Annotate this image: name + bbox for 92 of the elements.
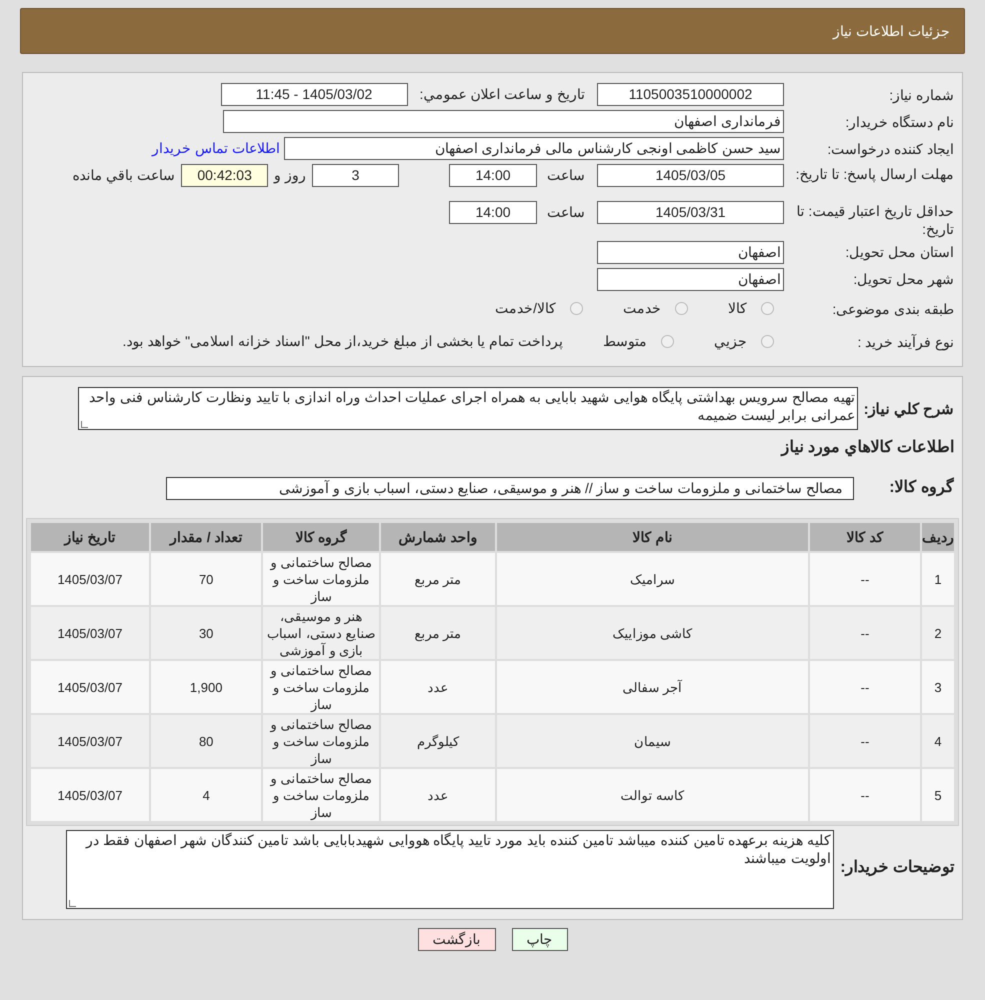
column-header: نام کالا [496, 523, 808, 551]
table-cell: -- [810, 769, 920, 821]
text-field[interactable]: 1105003510000002 [597, 83, 784, 106]
radio-button[interactable] [661, 335, 674, 348]
field-text: تاریخ و ساعت اعلان عمومي: [420, 85, 585, 104]
goods-group-field[interactable]: مصالح ساختمانی و ملزومات ساخت و ساز // هنر و موسیقی، صنایع دستی، اسباب بازی و آموزشی [166, 476, 854, 500]
summary-textarea[interactable]: تهیه مصالح سرویس بهداشتی پایگاه هوایی شهید بابایی به همراه اجرای عملیات احداث وراه اندازی با تایید ونظارت کارشناس فنی واحد عمرانی برابر لیست ضمیمه [78, 387, 858, 430]
field-text: ساعت [547, 166, 585, 185]
table-cell: آجر سفالی [496, 661, 808, 713]
text-field[interactable]: اصفهان [597, 268, 784, 291]
text-field[interactable]: فرمانداری اصفهان [223, 110, 784, 133]
table-cell: 1,900 [151, 661, 262, 713]
field-text: ساعت باقي مانده [72, 166, 176, 186]
field-label: نوع فرآیند خرید : [856, 332, 954, 351]
field-text: روز و [274, 166, 306, 186]
radio-button[interactable] [761, 335, 774, 348]
field-text: كالا [728, 299, 747, 318]
field-label: توضیحات خریدار: [839, 858, 954, 878]
countdown-field[interactable]: 00:42:03 [181, 164, 268, 187]
column-header: واحد شمارش [381, 523, 495, 551]
table-cell: کاسه توالت [496, 769, 808, 821]
table-cell: 1405/03/07 [31, 715, 149, 767]
text-field[interactable]: 14:00 [449, 164, 537, 187]
table-cell: 80 [151, 715, 262, 767]
table-cell: -- [810, 661, 920, 713]
table-cell: کیلوگرم [381, 715, 495, 767]
table-cell: 1 [922, 553, 954, 605]
table-cell: سرامیک [496, 553, 808, 605]
table-cell: 5 [922, 769, 954, 821]
field-label: حداقل تاریخ اعتبار قیمت: تا تاریخ: [796, 202, 954, 238]
table-cell: متر مربع [381, 553, 495, 605]
column-header: تاریخ نیاز [31, 523, 149, 551]
radio-button[interactable] [761, 302, 774, 316]
table-cell: کاشی موزاییک [496, 607, 808, 659]
table-cell: 4 [151, 769, 262, 821]
text-field[interactable]: 3 [312, 164, 399, 187]
column-header: تعداد / مقدار [151, 523, 262, 551]
table-cell: مصالح ساختمانی و ملزومات ساخت و ساز [263, 661, 380, 713]
table-cell: 70 [151, 553, 262, 605]
buyer-contact-link[interactable]: اطلاعات تماس خریدار [152, 138, 280, 159]
section-title: اطلاعات كالاهاي مورد نياز [782, 439, 954, 456]
field-text: جزيي [714, 332, 747, 352]
field-text: متوسط [603, 332, 647, 352]
column-header: ردیف [922, 523, 954, 551]
field-label: شماره نیاز: [888, 86, 954, 104]
table-cell: 1405/03/07 [31, 661, 149, 713]
text-field[interactable]: 14:00 [449, 200, 537, 224]
table-cell: مصالح ساختمانی و ملزومات ساخت و ساز [263, 553, 380, 605]
text-field[interactable]: 1405/03/31 [597, 200, 784, 224]
header-title: جزئیات اطلاعات نیاز [833, 22, 950, 42]
back-button[interactable]: بازگشت [418, 928, 496, 951]
text-field[interactable]: اصفهان [597, 240, 784, 264]
table-cell: 4 [922, 715, 954, 767]
field-label: نام دستگاه خریدار: [844, 112, 954, 130]
table-cell: عدد [381, 769, 495, 821]
field-label: شهر محل تحویل: [852, 270, 954, 288]
field-label: مهلت ارسال پاسخ: تا تاریخ: [794, 165, 954, 183]
text-field[interactable]: سید حسن کاظمی اونجی کارشناس مالی فرمانداری اصفهان [284, 137, 784, 160]
buyer-notes-textarea[interactable]: کلیه هزینه برعهده تامین کننده میباشد تامین کننده باید مورد تایید پایگاه هووایی شهیدبابایی باشد تامین کنندگان شهر اصفهان فقط در اولویت میباشند [66, 830, 834, 909]
field-label: استان محل تحویل: [844, 243, 954, 262]
table-cell: 1405/03/07 [31, 607, 149, 659]
table-cell: سیمان [496, 715, 808, 767]
table-cell: عدد [381, 661, 495, 713]
column-header: کد کالا [810, 523, 920, 551]
text-field[interactable]: 1405/03/05 [597, 164, 784, 187]
table-cell: مصالح ساختمانی و ملزومات ساخت و ساز [263, 715, 380, 767]
field-text: ساعت [547, 202, 585, 222]
text-field[interactable]: 1405/03/02 - 11:45 [220, 83, 408, 106]
table-cell: هنر و موسیقی، صنایع دستی، اسباب بازی و آموزشی [263, 607, 380, 659]
table-cell: -- [810, 553, 920, 605]
table-cell: 2 [922, 607, 954, 659]
resize-grip-icon[interactable] [81, 421, 88, 428]
field-label: ایجاد کننده درخواست: [826, 140, 954, 158]
radio-button[interactable] [675, 302, 688, 316]
field-text: پرداخت تمام یا بخشی از مبلغ خرید،از محل "اسناد خزانه اسلامی" خواهد بود. [122, 332, 563, 352]
table-cell: متر مربع [381, 607, 495, 659]
table-cell: -- [810, 715, 920, 767]
print-button[interactable]: چاپ [512, 928, 568, 951]
table-cell: 1405/03/07 [31, 553, 149, 605]
resize-grip-icon[interactable] [69, 900, 76, 907]
table-cell: 3 [922, 661, 954, 713]
table-cell: مصالح ساختمانی و ملزومات ساخت و ساز [263, 769, 380, 821]
field-text: خدمت [623, 299, 661, 318]
table-cell: 30 [151, 607, 262, 659]
table-cell: 1405/03/07 [31, 769, 149, 821]
table-cell: -- [810, 607, 920, 659]
field-label: طبقه بندی موضوعی: [831, 300, 954, 318]
column-header: گروه کالا [263, 523, 380, 551]
field-label: شرح كلي نياز: [862, 400, 954, 420]
field-label: گروه کالا: [888, 476, 954, 498]
radio-button[interactable] [570, 302, 583, 316]
field-text: كالا/خدمت [495, 299, 556, 318]
